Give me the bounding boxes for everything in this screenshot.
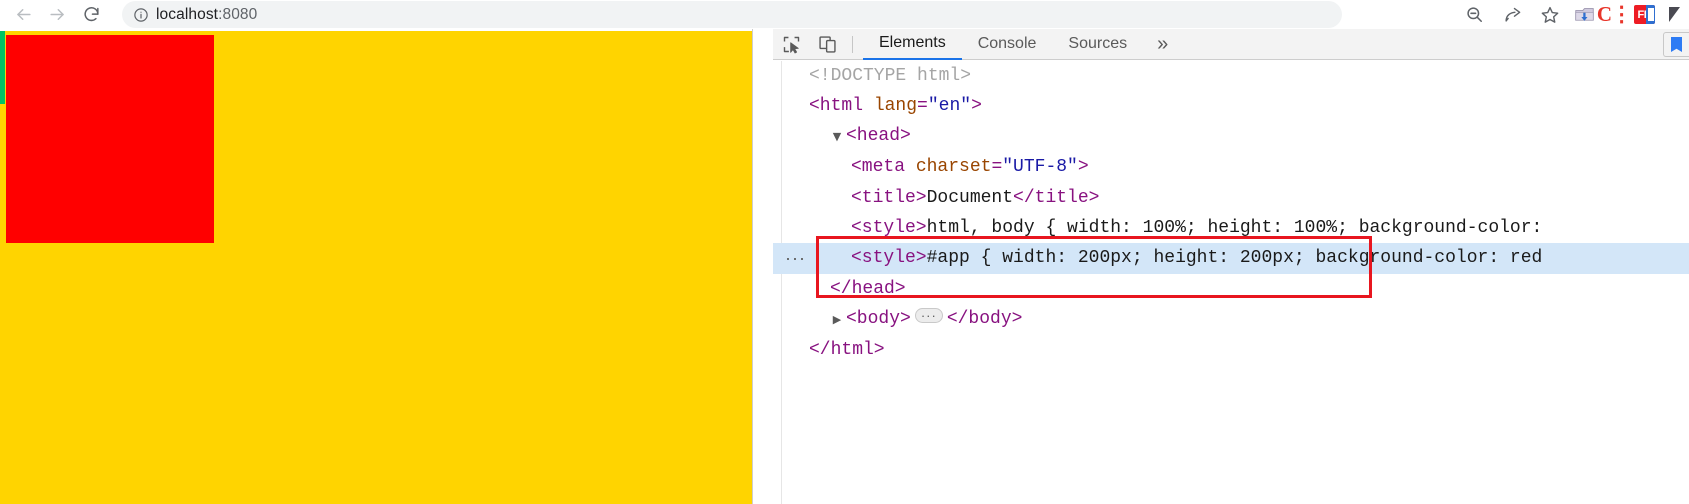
code-token: </head> — [830, 278, 906, 299]
tab-elements[interactable]: Elements — [863, 29, 962, 60]
forward-button[interactable] — [40, 0, 74, 29]
dom-node-html-close[interactable]: </html> — [773, 335, 1689, 365]
code-token: = — [991, 157, 1003, 178]
code-token: "en" — [927, 96, 972, 117]
dom-node-text: <!DOCTYPE html> — [781, 61, 971, 91]
c-extension-label: C — [1596, 2, 1612, 26]
download-folder-extension-icon[interactable] — [1569, 0, 1599, 29]
fe-extension-icon[interactable]: FE — [1629, 0, 1659, 29]
dom-node-text: </head> — [781, 274, 906, 304]
url-host: localhost — [156, 5, 219, 23]
navigation-buttons — [6, 0, 108, 29]
dom-node-style-app[interactable]: ··· <style>#app { width: 200px; height: 2… — [773, 243, 1689, 274]
code-token: Document — [926, 187, 1014, 208]
code-token: <body> — [846, 308, 911, 329]
chevron-right-icon[interactable]: ▶ — [830, 305, 844, 335]
blue-flag-icon — [1671, 37, 1682, 52]
toolbar-divider — [852, 35, 853, 53]
dom-node-text: <style>html, body { width: 100%; height:… — [781, 213, 1542, 243]
code-token: = — [917, 96, 928, 117]
share-icon[interactable] — [1493, 0, 1531, 29]
dom-node-text: ▼ <head> — [781, 121, 911, 152]
code-token: charset — [915, 157, 992, 178]
dom-node-text: ▶ <body> ··· </body> — [781, 304, 1022, 335]
code-token: lang — [873, 96, 918, 117]
dom-node-head-close[interactable]: </head> — [773, 274, 1689, 304]
code-token: html, body { width: 100%; height: 100%; … — [926, 217, 1543, 238]
fe-extension-badge: FE — [1633, 5, 1655, 24]
code-token: > — [971, 96, 982, 117]
tab-console[interactable]: Console — [962, 29, 1053, 60]
device-toolbar-icon[interactable] — [809, 29, 845, 60]
dom-node-text: </html> — [781, 335, 885, 365]
code-token: <meta — [851, 157, 916, 178]
tab-sources[interactable]: Sources — [1052, 29, 1143, 60]
bookmark-star-icon[interactable] — [1531, 0, 1569, 29]
address-bar[interactable]: localhost:8080 — [122, 1, 1342, 28]
code-token: <style> — [851, 248, 927, 269]
site-info-icon[interactable] — [126, 7, 156, 23]
dom-node-text: <html lang="en"> — [781, 91, 982, 121]
dom-node-style-html-body[interactable]: <style>html, body { width: 100%; height:… — [773, 213, 1689, 243]
chevron-down-icon[interactable]: ▼ — [830, 122, 844, 152]
dom-node-doctype[interactable]: <!DOCTYPE html> — [773, 61, 1689, 91]
app-red-box — [6, 35, 214, 243]
fe-extension-inner — [1647, 8, 1654, 21]
code-token: #app { width: 200px; height: 200px; back… — [926, 248, 1543, 269]
devtools-tab-list: Elements Console Sources » — [863, 29, 1182, 60]
dom-node-head-open[interactable]: ▼ <head> — [773, 122, 1689, 152]
code-token: "UTF-8" — [1002, 157, 1078, 178]
dom-tree[interactable]: <!DOCTYPE html> <html lang="en"> ▼ <head> <m… — [773, 61, 1689, 504]
code-token: > — [1077, 157, 1089, 178]
devtools-panel: Elements Console Sources » <!DOCTYPE htm… — [752, 29, 1689, 504]
page-viewport — [0, 31, 752, 504]
code-token: <title> — [851, 187, 927, 208]
code-token: <!DOCTYPE html> — [809, 66, 972, 86]
dom-node-title[interactable]: <title>Document</title> — [773, 183, 1689, 213]
back-button[interactable] — [6, 0, 40, 29]
dom-node-body-collapsed[interactable]: ▶ <body> ··· </body> — [773, 304, 1689, 334]
collapsed-children-ellipsis-icon[interactable]: ··· — [914, 307, 943, 323]
address-bar-url: localhost:8080 — [156, 6, 257, 24]
more-tabs-chevron-icon[interactable]: » — [1143, 29, 1182, 60]
code-token: <html — [809, 96, 874, 117]
browser-window: localhost:8080 C ⋮ FE Elements Console S… — [0, 0, 1689, 504]
browser-toolbar: localhost:8080 C ⋮ FE — [0, 0, 1689, 29]
dom-node-badge-icon[interactable]: ··· — [785, 243, 806, 273]
arrow-right-icon — [48, 5, 67, 24]
dom-node-text: <meta charset="UTF-8"> — [781, 152, 1089, 182]
dark-arrow-extension-icon[interactable] — [1659, 0, 1689, 29]
dom-node-html-open[interactable]: <html lang="en"> — [773, 91, 1689, 121]
page-left-accent-strip — [0, 31, 5, 104]
reload-button[interactable] — [74, 0, 108, 29]
inspect-element-icon[interactable] — [773, 29, 809, 60]
dom-node-text: <style>#app { width: 200px; height: 200p… — [781, 243, 1542, 273]
devtools-toolbar: Elements Console Sources » — [773, 29, 1689, 60]
dom-node-meta-charset[interactable]: <meta charset="UTF-8"> — [773, 152, 1689, 182]
zoom-search-icon[interactable] — [1455, 0, 1493, 29]
code-token: </body> — [946, 308, 1023, 329]
devtools-right-action-button[interactable] — [1663, 32, 1689, 57]
code-token: <head> — [846, 126, 911, 147]
url-port: :8080 — [218, 5, 258, 23]
code-token: </html> — [809, 339, 885, 360]
dom-node-text: <title>Document</title> — [781, 183, 1099, 213]
code-token: </title> — [1013, 187, 1100, 208]
reload-icon — [82, 5, 101, 24]
arrow-glyph-icon — [1668, 7, 1680, 22]
c-extension-icon[interactable]: C ⋮ — [1596, 0, 1632, 29]
toolbar-right-icons: C ⋮ FE — [1455, 0, 1689, 29]
code-token: <style> — [851, 217, 927, 238]
arrow-left-icon — [14, 5, 33, 24]
